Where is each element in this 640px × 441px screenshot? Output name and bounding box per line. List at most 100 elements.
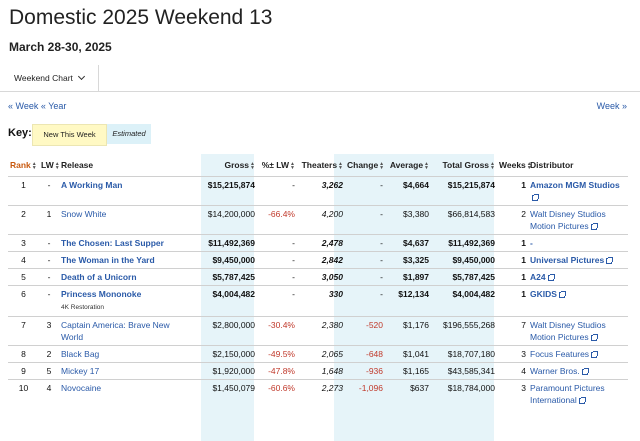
col-total-gross-header[interactable]: Total Gross [431,154,497,177]
last-week-cell-text: - [47,255,51,265]
prev-week-link[interactable]: « Week [8,101,38,111]
weeks-cell: 1 [497,176,528,206]
average-cell: $4,637 [385,234,431,252]
release-link[interactable]: A Working Man [59,176,194,206]
col-theaters-header[interactable]: Theaters [297,154,345,177]
gross-cell: $4,004,482 [194,285,257,317]
average-cell-text: $3,380 [403,209,429,219]
col-distributor-header[interactable]: Distributor [528,154,628,177]
theater-change-cell-text: -936 [365,366,383,376]
weeks-cell-text: 1 [521,272,526,282]
rank-cell-text: 8 [21,349,26,359]
total-gross-cell: $9,450,000 [431,251,497,269]
col-change-header[interactable]: Change [345,154,385,177]
distributor-link[interactable]: Walt Disney Studios Motion Pictures [528,316,628,346]
gross-cell-text: $9,450,000 [212,255,255,265]
average-cell: $1,176 [385,316,431,346]
rank-cell: 9 [8,362,39,380]
average-cell: $4,664 [385,176,431,206]
pct-change-cell: - [257,285,297,317]
col-lw-header[interactable]: LW [39,154,59,177]
last-week-cell: 2 [39,345,59,363]
distributor-link[interactable]: Paramount Pictures International [528,379,628,408]
weekend-chart-dropdown[interactable]: Weekend Chart [8,65,99,91]
weeks-cell-text: 1 [521,238,526,248]
distributor-link[interactable]: Focus Features [528,345,628,363]
col-pct-lw-header[interactable]: %± LW [257,154,297,177]
last-week-cell: - [39,176,59,206]
table-row: 4- The Woman in the Yard $9,450,000-2,842-… [8,251,628,269]
col-release-header[interactable]: Release [59,154,194,177]
theater-change-cell: -520 [345,316,385,346]
box-office-table: Rank LW Release Gross %± LW Theaters Cha… [8,154,628,441]
release-link[interactable]: Captain America: Brave New World [59,316,194,346]
distributor-link-text: Warner Bros. [530,366,580,376]
theaters-cell: 1,648 [297,362,345,380]
distributor-link[interactable]: Universal Pictures [528,251,628,269]
theaters-cell-text: 3,262 [321,180,343,190]
last-week-cell: 5 [39,362,59,380]
last-week-cell-text: 5 [46,366,52,376]
release-link[interactable]: Black Bag [59,345,194,363]
gross-cell: $5,787,425 [194,268,257,286]
col-rank-header[interactable]: Rank [8,154,39,177]
rank-cell: 1 [8,176,39,206]
total-gross-cell-text: $196,555,268 [443,320,495,330]
rank-cell: 4 [8,251,39,269]
distributor-link[interactable]: A24 [528,268,628,286]
average-cell-text: $3,325 [403,255,429,265]
distributor-link[interactable]: Amazon MGM Studios [528,176,628,206]
rank-cell-text: 3 [21,238,26,248]
theaters-cell-text: 1,648 [321,366,343,376]
weeks-cell: 1 [497,268,528,286]
release-link[interactable]: Snow White [59,205,194,235]
release-link[interactable]: The Woman in the Yard [59,251,194,269]
gross-cell-text: $4,004,482 [212,289,255,299]
release-link-text: The Woman in the Yard [61,255,155,265]
weeks-cell-text: 3 [521,349,526,359]
last-week-cell-text: - [47,238,51,248]
distributor-link[interactable]: - [528,234,628,252]
average-cell-text: $1,176 [403,320,429,330]
pct-change-cell-text: - [292,180,295,190]
key-new-this-week: New This Week [32,124,107,146]
gross-cell-text: $2,800,000 [212,320,255,330]
theater-change-cell-text: - [380,272,383,282]
pct-change-cell: -66.4% [257,205,297,235]
release-link[interactable]: Princess Mononoke 4K Restoration [59,285,194,317]
rank-cell-text: 5 [21,272,26,282]
distributor-link[interactable]: Walt Disney Studios Motion Pictures [528,205,628,235]
external-link-icon [591,351,599,358]
release-link[interactable]: Novocaine [59,379,194,408]
theaters-cell-text: 2,842 [321,255,343,265]
distributor-link[interactable]: GKIDS [528,285,628,317]
gross-cell-text: $1,920,000 [212,366,255,376]
gross-cell: $15,215,874 [194,176,257,206]
release-link-text: Black Bag [61,349,100,359]
col-weeks-header[interactable]: Weeks [497,154,528,177]
next-week-link[interactable]: Week » [597,101,627,111]
col-average-header[interactable]: Average [385,154,431,177]
theaters-cell: 2,380 [297,316,345,346]
rank-cell-text: 7 [21,320,26,330]
prev-year-link[interactable]: « Year [41,101,67,111]
theaters-cell: 2,273 [297,379,345,408]
pct-change-cell-text: - [292,289,295,299]
distributor-link[interactable]: Warner Bros. [528,362,628,380]
theaters-cell-text: 2,478 [321,238,343,248]
release-link[interactable]: Mickey 17 [59,362,194,380]
total-gross-cell-text: $9,450,000 [452,255,495,265]
theater-change-cell: - [345,205,385,235]
release-link[interactable]: Death of a Unicorn [59,268,194,286]
average-cell: $637 [385,379,431,408]
col-gross-header[interactable]: Gross [194,154,257,177]
release-link[interactable]: The Chosen: Last Supper [59,234,194,252]
release-link-text: The Chosen: Last Supper [61,238,164,248]
pct-change-cell-text: -60.6% [268,383,295,393]
rank-cell-text: 2 [21,209,26,219]
weeks-cell: 7 [497,316,528,346]
theaters-cell-text: 330 [328,289,343,299]
pct-change-cell-text: - [292,238,295,248]
last-week-cell: 1 [39,205,59,235]
external-link-icon [581,368,589,375]
